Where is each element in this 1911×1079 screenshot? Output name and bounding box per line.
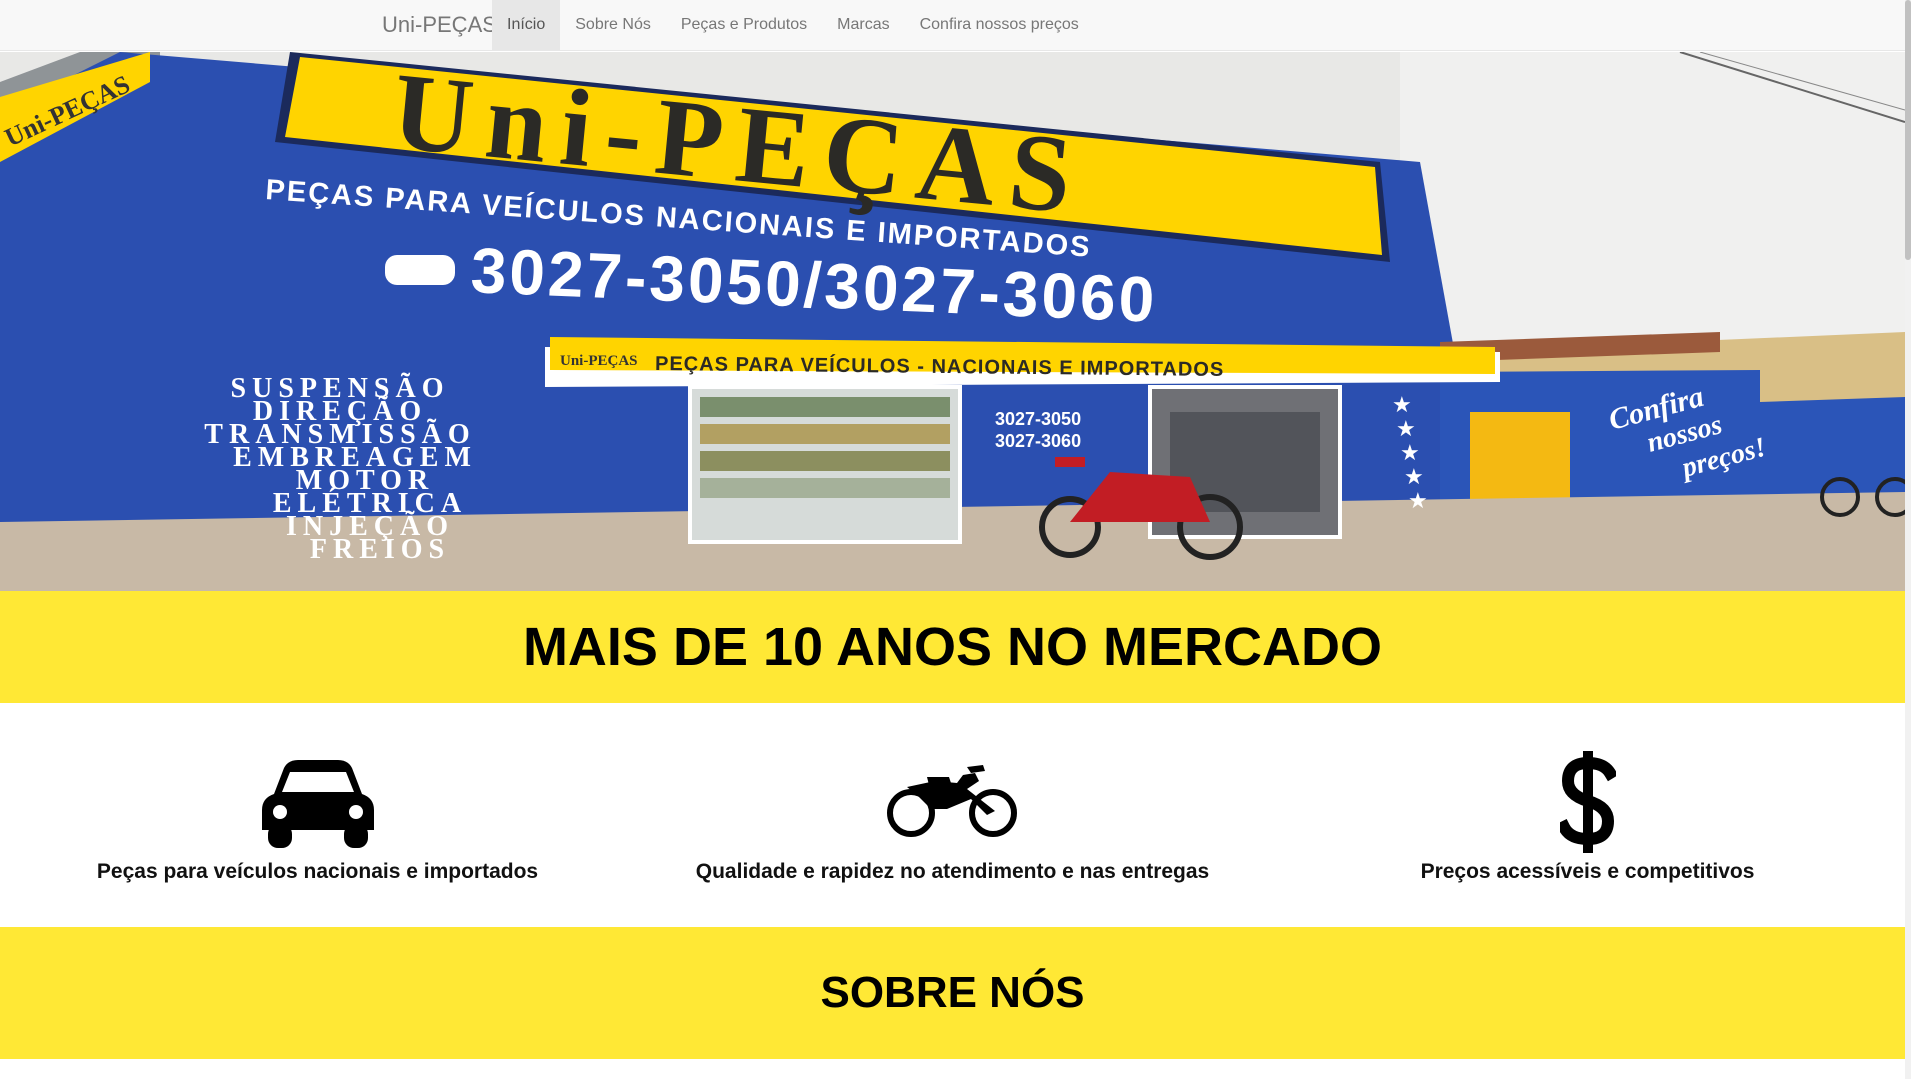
nav-item-inicio[interactable]: Início [492,0,561,50]
nav-item-sobre-nos[interactable]: Sobre Nós [560,0,666,50]
service-freios: FREIOS [310,534,450,565]
svg-text:★: ★ [1396,416,1416,441]
nav-menu: Início Sobre Nós Peças e Produtos Marcas… [492,0,1094,50]
wall-phone-1: 3027-3050 [995,409,1081,429]
features-section: Peças para veículos nacionais e importad… [0,703,1905,927]
feature-text-3: Preços acessíveis e competitivos [1420,860,1755,883]
section-title: SOBRE NÓS [820,968,1085,1017]
scrollbar-thumb[interactable] [1905,0,1911,260]
car-icon [260,758,376,855]
feature-prices: Preços acessíveis e competitivos [1270,703,1905,927]
page: Uni-PEÇAS Início Sobre Nós Peças e Produ… [0,0,1911,1079]
about-section-band: SOBRE NÓS [0,927,1905,1059]
svg-text:★: ★ [1404,464,1424,489]
feature-text-2: Qualidade e rapidez no atendimento e nas… [695,860,1210,883]
nav-item-pecas-produtos[interactable]: Peças e Produtos [666,0,822,50]
wall-phone-2: 3027-3060 [995,431,1081,451]
dollar-icon [1555,751,1618,858]
page-scrollbar[interactable] [1905,0,1911,1079]
top-navbar: Uni-PEÇAS Início Sobre Nós Peças e Produ… [0,0,1905,51]
svg-text:★: ★ [1400,440,1420,465]
brand-link[interactable]: Uni-PEÇAS [382,0,497,50]
feature-quality-speed: Qualidade e rapidez no atendimento e nas… [635,703,1270,927]
hero-storefront-image: Uni-PEÇAS Uni-PEÇAS PEÇAS PARA VEÍCULOS … [0,52,1905,591]
nav-item-precos[interactable]: Confira nossos preços [905,0,1094,50]
awning-brand: Uni-PEÇAS [560,353,638,369]
nav-item-marcas[interactable]: Marcas [822,0,904,50]
motorcycle-icon [886,763,1019,844]
headline-text: MAIS DE 10 ANOS NO MERCADO [522,617,1383,677]
svg-text:★: ★ [1408,488,1428,513]
feature-national-imported: Peças para veículos nacionais e importad… [0,703,635,927]
feature-text-1: Peças para veículos nacionais e importad… [96,860,539,883]
svg-text:★: ★ [1392,392,1412,417]
headline-band: MAIS DE 10 ANOS NO MERCADO [0,591,1905,703]
